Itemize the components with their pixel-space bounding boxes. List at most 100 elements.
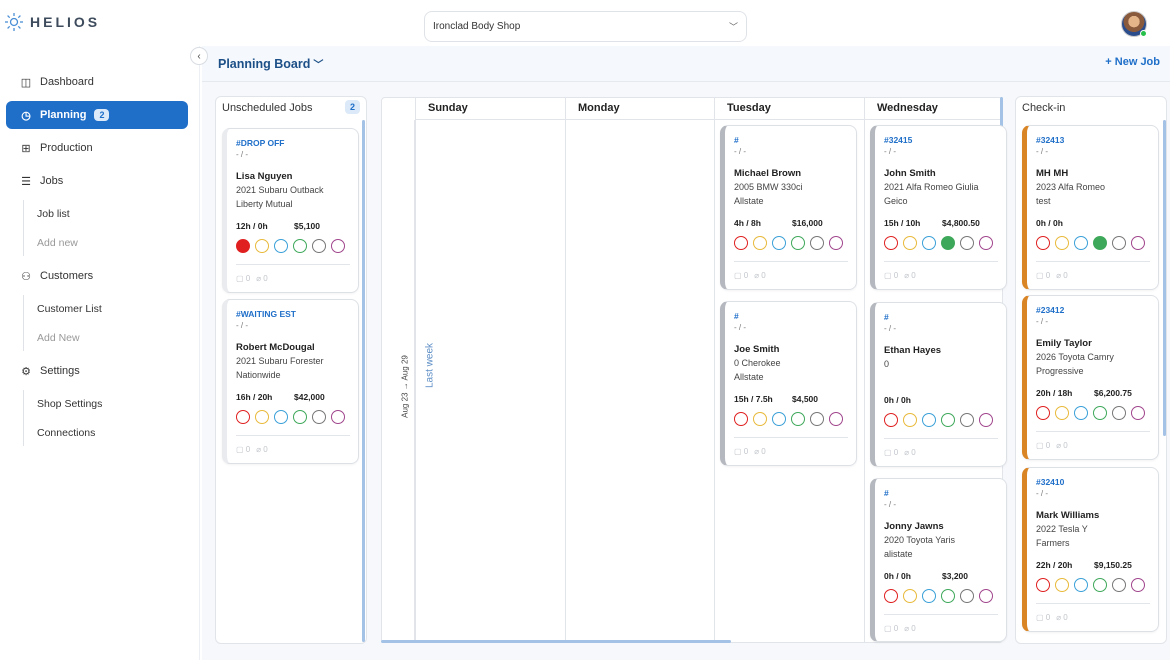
status-circle[interactable] bbox=[274, 239, 288, 253]
status-circle[interactable] bbox=[1074, 578, 1088, 592]
status-circle[interactable] bbox=[1112, 406, 1126, 420]
status-circle[interactable] bbox=[312, 239, 326, 253]
status-circle[interactable] bbox=[941, 413, 955, 427]
status-circle[interactable] bbox=[753, 236, 767, 250]
status-circle[interactable] bbox=[255, 410, 269, 424]
status-circle[interactable] bbox=[941, 236, 955, 250]
job-number[interactable]: #32415 bbox=[884, 135, 912, 145]
status-circle[interactable] bbox=[922, 589, 936, 603]
sidebar-sub-customer-list[interactable]: Customer List bbox=[37, 303, 102, 315]
sidebar-item-production[interactable]: ⊞ Production bbox=[6, 134, 188, 162]
status-circle[interactable] bbox=[331, 410, 345, 424]
status-circle[interactable] bbox=[979, 413, 993, 427]
job-card[interactable]: #32410 - / - Mark Williams 2022 Tesla Y Farm… bbox=[1022, 467, 1159, 632]
status-circle[interactable] bbox=[1131, 578, 1145, 592]
unscheduled-scrollbar[interactable] bbox=[362, 120, 365, 642]
logo[interactable]: HELIOS bbox=[4, 12, 100, 32]
status-circle[interactable] bbox=[979, 236, 993, 250]
job-number[interactable]: # bbox=[734, 311, 739, 321]
status-circle[interactable] bbox=[312, 410, 326, 424]
job-number[interactable]: #32413 bbox=[1036, 135, 1064, 145]
status-circle[interactable] bbox=[753, 412, 767, 426]
status-circle[interactable] bbox=[960, 589, 974, 603]
status-circle[interactable] bbox=[903, 236, 917, 250]
status-circle[interactable] bbox=[274, 410, 288, 424]
job-number[interactable]: #23412 bbox=[1036, 305, 1064, 315]
sidebar-item-settings[interactable]: ⚙ Settings bbox=[6, 357, 188, 385]
sidebar-item-dashboard[interactable]: ◫ Dashboard bbox=[6, 68, 188, 96]
status-circle[interactable] bbox=[884, 413, 898, 427]
status-circle[interactable] bbox=[791, 236, 805, 250]
job-number[interactable]: #32410 bbox=[1036, 477, 1064, 487]
job-card[interactable]: # - / - Joe Smith 0 Cherokee Allstate 15h / 7… bbox=[720, 301, 857, 466]
status-circle[interactable] bbox=[941, 589, 955, 603]
checkin-scrollbar[interactable] bbox=[1163, 120, 1166, 436]
status-circle[interactable] bbox=[791, 412, 805, 426]
job-number[interactable]: # bbox=[884, 488, 889, 498]
status-circle[interactable] bbox=[772, 236, 786, 250]
sidebar-item-jobs[interactable]: ☰ Jobs bbox=[6, 167, 188, 195]
status-circle[interactable] bbox=[810, 236, 824, 250]
status-circle[interactable] bbox=[903, 589, 917, 603]
status-circle[interactable] bbox=[922, 413, 936, 427]
status-circle[interactable] bbox=[884, 236, 898, 250]
status-circle[interactable] bbox=[1112, 236, 1126, 250]
job-card[interactable]: #32415 - / - John Smith 2021 Alfa Romeo Giu… bbox=[870, 125, 1007, 290]
status-circle[interactable] bbox=[1112, 578, 1126, 592]
status-circle[interactable] bbox=[1131, 406, 1145, 420]
status-circle[interactable] bbox=[255, 239, 269, 253]
status-circle[interactable] bbox=[1093, 236, 1107, 250]
sidebar-sub-shop-settings[interactable]: Shop Settings bbox=[37, 398, 102, 410]
job-card[interactable]: #DROP OFF - / - Lisa Nguyen 2021 Subaru Out… bbox=[222, 128, 359, 293]
status-circle[interactable] bbox=[960, 236, 974, 250]
status-circle[interactable] bbox=[1055, 236, 1069, 250]
new-job-button[interactable]: + New Job bbox=[1105, 56, 1160, 68]
collapse-sidebar-button[interactable]: ‹ bbox=[190, 47, 208, 65]
status-circle[interactable] bbox=[734, 412, 748, 426]
status-circle[interactable] bbox=[236, 410, 250, 424]
sidebar-item-customers[interactable]: ⚇ Customers bbox=[6, 262, 188, 290]
job-card[interactable]: # - / - Jonny Jawns 2020 Toyota Yaris alista… bbox=[870, 478, 1007, 642]
status-circle[interactable] bbox=[829, 412, 843, 426]
status-circle[interactable] bbox=[922, 236, 936, 250]
status-circle[interactable] bbox=[772, 412, 786, 426]
status-circle[interactable] bbox=[1093, 578, 1107, 592]
shop-select[interactable]: Ironclad Body Shop ﹀ bbox=[424, 11, 747, 42]
sidebar-sub-add-new-customer[interactable]: Add New bbox=[37, 332, 80, 344]
status-circle[interactable] bbox=[1036, 236, 1050, 250]
job-number[interactable]: # bbox=[734, 135, 739, 145]
day-column-sunday[interactable] bbox=[415, 120, 565, 642]
status-circle[interactable] bbox=[734, 236, 748, 250]
status-circle[interactable] bbox=[331, 239, 345, 253]
job-card[interactable]: # - / - Michael Brown 2005 BMW 330ci Allstat… bbox=[720, 125, 857, 290]
job-number[interactable]: #DROP OFF bbox=[236, 138, 285, 148]
status-circle[interactable] bbox=[810, 412, 824, 426]
sidebar-item-planning[interactable]: ◷ Planning 2 bbox=[6, 101, 188, 129]
planning-board-dropdown[interactable]: Planning Board ﹀ bbox=[218, 56, 323, 71]
job-number[interactable]: # bbox=[884, 312, 889, 322]
job-card[interactable]: # - / - Ethan Hayes 0 0h / 0h ▢ 0 ⌀ 0 bbox=[870, 302, 1007, 467]
status-circle[interactable] bbox=[1055, 578, 1069, 592]
job-card[interactable]: #23412 - / - Emily Taylor 2026 Toyota Camry… bbox=[1022, 295, 1159, 460]
status-circle[interactable] bbox=[1074, 236, 1088, 250]
status-circle[interactable] bbox=[903, 413, 917, 427]
job-card[interactable]: #WAITING EST - / - Robert McDougal 2021 Sub… bbox=[222, 299, 359, 464]
sidebar-sub-connections[interactable]: Connections bbox=[37, 427, 95, 439]
status-circle[interactable] bbox=[1131, 236, 1145, 250]
status-circle[interactable] bbox=[1036, 406, 1050, 420]
job-number[interactable]: #WAITING EST bbox=[236, 309, 296, 319]
sidebar-sub-add-new-job[interactable]: Add new bbox=[37, 237, 78, 249]
status-circle[interactable] bbox=[960, 413, 974, 427]
status-circle[interactable] bbox=[829, 236, 843, 250]
status-circle[interactable] bbox=[1074, 406, 1088, 420]
job-card[interactable]: #32413 - / - MH MH 2023 Alfa Romeo test 0h / … bbox=[1022, 125, 1159, 290]
status-circle[interactable] bbox=[1036, 578, 1050, 592]
status-circle[interactable] bbox=[293, 239, 307, 253]
status-circle[interactable] bbox=[236, 239, 250, 253]
status-circle[interactable] bbox=[884, 589, 898, 603]
status-circle[interactable] bbox=[979, 589, 993, 603]
sidebar-sub-job-list[interactable]: Job list bbox=[37, 208, 70, 220]
day-column-monday[interactable] bbox=[565, 120, 714, 642]
status-circle[interactable] bbox=[1093, 406, 1107, 420]
week-horizontal-scrollbar[interactable] bbox=[381, 640, 731, 643]
